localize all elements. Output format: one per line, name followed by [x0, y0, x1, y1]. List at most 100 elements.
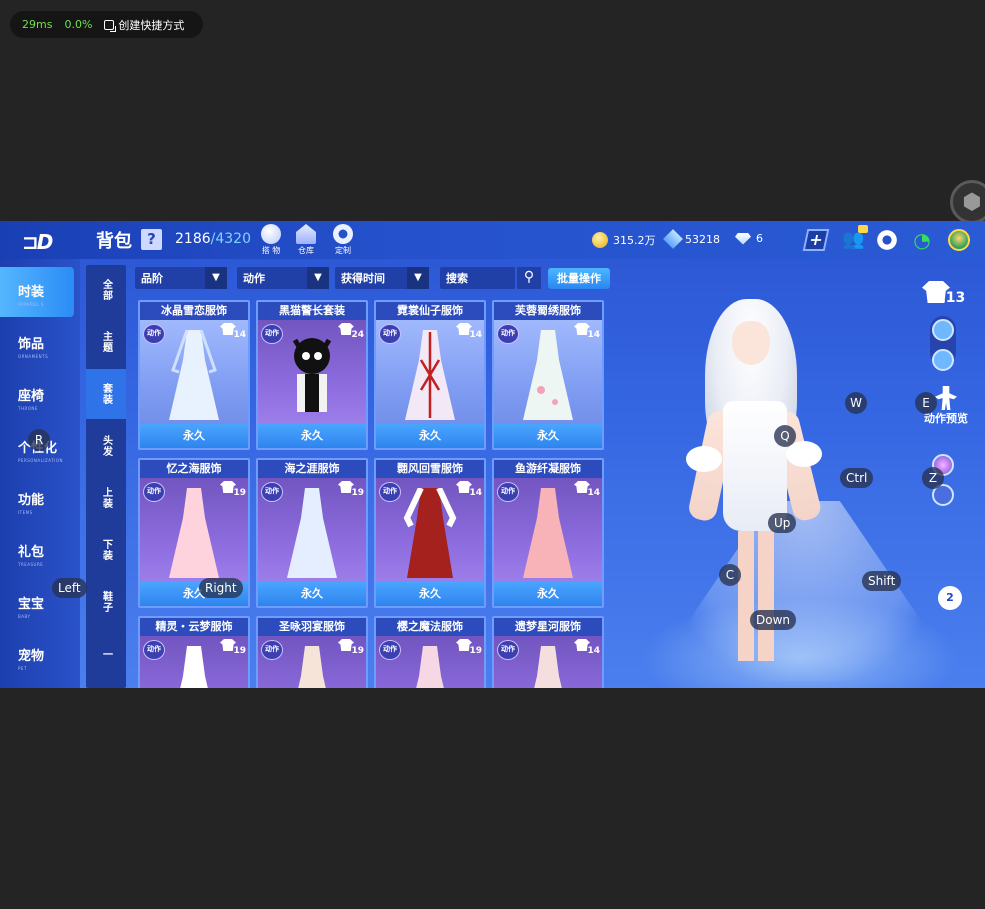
item-name: 遗梦星河服饰	[494, 618, 602, 636]
sub-tab-top[interactable]: 上装	[86, 473, 126, 523]
key-left[interactable]: Left	[52, 578, 87, 598]
category-items[interactable]: 功能 ITEMS	[0, 475, 80, 525]
floating-settings-button[interactable]: ⬢	[950, 180, 985, 224]
item-card[interactable]: 黑猫警长套装 动作 24 永久	[256, 300, 368, 450]
category-label: 宠物	[18, 649, 45, 664]
category-sublabel: ORNAMENTS	[18, 354, 49, 359]
category-apparel[interactable]: 时装 APPAREL S	[0, 267, 74, 317]
warehouse-button[interactable]: 仓库	[291, 224, 321, 256]
dress-preview-icon	[298, 646, 326, 688]
item-name: 霓裳仙子服饰	[376, 302, 484, 320]
duration-label: 永久	[376, 582, 484, 606]
percent-readout: 0.0%	[64, 18, 93, 31]
item-name: 鱼游纤凝服饰	[494, 460, 602, 478]
duration-label: 永久	[494, 424, 602, 448]
key-e[interactable]: E	[915, 392, 937, 414]
dress-preview-icon	[403, 488, 457, 578]
action-badge: 动作	[143, 482, 165, 502]
sub-tab-all[interactable]: 全部	[86, 265, 126, 315]
category-ornaments[interactable]: 饰品 ORNAMENTS	[0, 319, 80, 369]
key-c[interactable]: C	[719, 564, 741, 586]
key-q[interactable]: Q	[774, 425, 796, 447]
sub-tab-theme[interactable]: 主题	[86, 317, 126, 367]
action-preview-label: 动作预览	[924, 412, 968, 425]
help-button[interactable]: ?	[141, 229, 162, 250]
action-label: 动作	[243, 272, 265, 285]
sub-tab-label: 主题	[100, 331, 112, 353]
gold-counter: 315.2万	[592, 232, 656, 248]
action-badge: 动作	[261, 324, 283, 344]
action-dropdown[interactable]: 动作 ▼	[237, 267, 329, 289]
music-icon[interactable]	[932, 349, 954, 371]
outfit-slot-button[interactable]: 2	[938, 586, 962, 610]
item-card[interactable]: 精灵・云梦服饰 动作 19	[138, 616, 250, 688]
game-logo: ⊐D	[22, 230, 53, 254]
item-name: 冰晶雪恋服饰	[140, 302, 248, 320]
item-card[interactable]: 霓裳仙子服饰 动作 14 永久	[374, 300, 486, 450]
key-w[interactable]: W	[845, 392, 867, 414]
level-badge: 14	[456, 481, 482, 501]
key-r[interactable]: R	[28, 429, 50, 451]
sub-tab-bottom[interactable]: 下装	[86, 525, 126, 575]
item-card[interactable]: 翾风回雪服饰 动作 14 永久	[374, 458, 486, 608]
duration-label: 永久	[258, 582, 366, 606]
category-treasure[interactable]: 礼包 TREASURE	[0, 527, 80, 577]
time-dropdown[interactable]: 获得时间 ▼	[335, 267, 429, 289]
item-card[interactable]: 芙蓉蜀绣服饰 动作 14 永久	[492, 300, 604, 450]
category-pet[interactable]: 宠物 PET	[0, 631, 80, 681]
action-badge: 动作	[379, 324, 401, 344]
item-name: 精灵・云梦服饰	[140, 618, 248, 636]
key-ctrl[interactable]: Ctrl	[840, 468, 874, 488]
key-down[interactable]: Down	[750, 610, 797, 630]
level-badge: 19	[220, 481, 246, 501]
category-sublabel: APPAREL S	[18, 302, 44, 307]
key-shift[interactable]: Shift	[862, 571, 902, 591]
gem-button[interactable]: 搭 物	[256, 224, 286, 256]
category-throne[interactable]: 座椅 THRONE	[0, 371, 80, 421]
character-dress	[723, 401, 787, 531]
category-sidebar: 时装 APPAREL S 饰品 ORNAMENTS 座椅 THRONE 个性化 …	[0, 259, 80, 688]
category-sublabel: BABY	[18, 614, 31, 619]
search-icon[interactable]: ⚲	[517, 267, 541, 289]
item-card[interactable]: 圣咏羽宴服饰 动作 19	[256, 616, 368, 688]
key-right[interactable]: Right	[199, 578, 243, 598]
level-badge: 19	[220, 639, 246, 659]
shortcut-label: 创建快捷方式	[118, 18, 185, 32]
chevron-down-icon: ▼	[407, 267, 429, 289]
settings-gear-icon[interactable]	[876, 229, 898, 251]
friends-button[interactable]: 👥	[842, 225, 868, 251]
player-avatar[interactable]	[948, 229, 970, 251]
batch-operation-button[interactable]: 批量操作	[548, 268, 610, 289]
vehicle-icon[interactable]	[932, 319, 954, 341]
quality-dropdown[interactable]: 品阶 ▼	[135, 267, 227, 289]
item-card[interactable]: 鱼游纤凝服饰 动作 14 永久	[492, 458, 604, 608]
add-button[interactable]: +	[802, 229, 830, 251]
key-z[interactable]: Z	[922, 467, 944, 489]
customize-button[interactable]: 定制	[328, 224, 358, 256]
item-name: 忆之海服饰	[140, 460, 248, 478]
item-card[interactable]: 冰晶雪恋服饰 动作 14 永久	[138, 300, 250, 450]
action-badge: 动作	[379, 640, 401, 660]
page-title: 背包	[96, 231, 132, 252]
item-card[interactable]: 遗梦星河服饰 动作 14	[492, 616, 604, 688]
create-shortcut-button[interactable]: 创建快捷方式	[104, 17, 184, 33]
dress-preview-icon	[523, 330, 573, 420]
item-card[interactable]: 樱之魔法服饰 动作 19	[374, 616, 486, 688]
sub-tab-more[interactable]: 一	[86, 629, 126, 679]
item-name: 翾风回雪服饰	[376, 460, 484, 478]
sub-tab-hair[interactable]: 头发	[86, 421, 126, 471]
search-placeholder: 搜索	[446, 272, 468, 285]
action-badge: 动作	[261, 482, 283, 502]
category-sublabel: PERSONALIZATION	[18, 458, 63, 463]
duration-label: 永久	[140, 424, 248, 448]
item-card[interactable]: 海之涯服饰 动作 19 永久	[256, 458, 368, 608]
level-badge: 14	[574, 639, 600, 659]
duration-label: 永久	[258, 424, 366, 448]
key-up[interactable]: Up	[768, 513, 797, 533]
diamond-counter: 6	[735, 232, 763, 245]
outfit-count-badge[interactable]: 113	[922, 281, 966, 309]
screen: 29ms 0.0% 创建快捷方式 ⬢ ⊐D 背包 ? 2186/4320 搭 物…	[0, 0, 985, 909]
sub-tab-shoes[interactable]: 鞋子	[86, 577, 126, 627]
sub-tab-suit[interactable]: 套装	[86, 369, 126, 419]
search-input[interactable]: 搜索	[440, 267, 515, 289]
